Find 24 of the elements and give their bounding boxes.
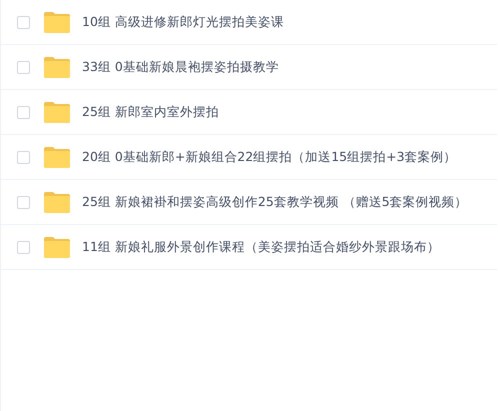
folder-icon (44, 192, 70, 212)
folder-icon (44, 56, 70, 78)
folder-name: 11组 新娘礼服外景创作课程（美姿摆拍适合婚纱外景跟场布） (82, 238, 440, 256)
checkbox[interactable] (17, 16, 30, 28)
checkbox[interactable] (17, 106, 30, 118)
folder-icon (44, 102, 70, 122)
folder-row[interactable]: 25组 新郎室内室外摆拍 (1, 90, 497, 135)
folder-name: 25组 新郎室内室外摆拍 (82, 104, 219, 120)
folder-name: 25组 新娘裙褂和摆姿高级创作25套教学视频 （赠送5套案例视频） (82, 194, 468, 210)
folder-row[interactable]: 11组 新娘礼服外景创作课程（美姿摆拍适合婚纱外景跟场布） (1, 225, 497, 270)
folder-name: 20组 0基础新郎+新娘组合22组摆拍（加送15组摆拍+3套案例） (82, 148, 457, 166)
folder-icon (44, 12, 70, 32)
folder-name: 33组 0基础新娘晨袍摆姿拍摄教学 (82, 58, 279, 76)
folder-row[interactable]: 25组 新娘裙褂和摆姿高级创作25套教学视频 （赠送5套案例视频） (1, 180, 497, 225)
checkbox[interactable] (17, 196, 30, 208)
checkbox[interactable] (17, 240, 30, 254)
checkbox[interactable] (17, 150, 30, 164)
folder-row[interactable]: 20组 0基础新郎+新娘组合22组摆拍（加送15组摆拍+3套案例） (1, 135, 497, 180)
folder-name: 10组 高级进修新郎灯光摆拍美姿课 (82, 14, 284, 30)
folder-row[interactable]: 10组 高级进修新郎灯光摆拍美姿课 (1, 0, 497, 45)
folder-icon (44, 236, 70, 258)
folder-icon (44, 146, 70, 168)
folder-row[interactable]: 33组 0基础新娘晨袍摆姿拍摄教学 (1, 45, 497, 90)
checkbox[interactable] (17, 60, 30, 74)
